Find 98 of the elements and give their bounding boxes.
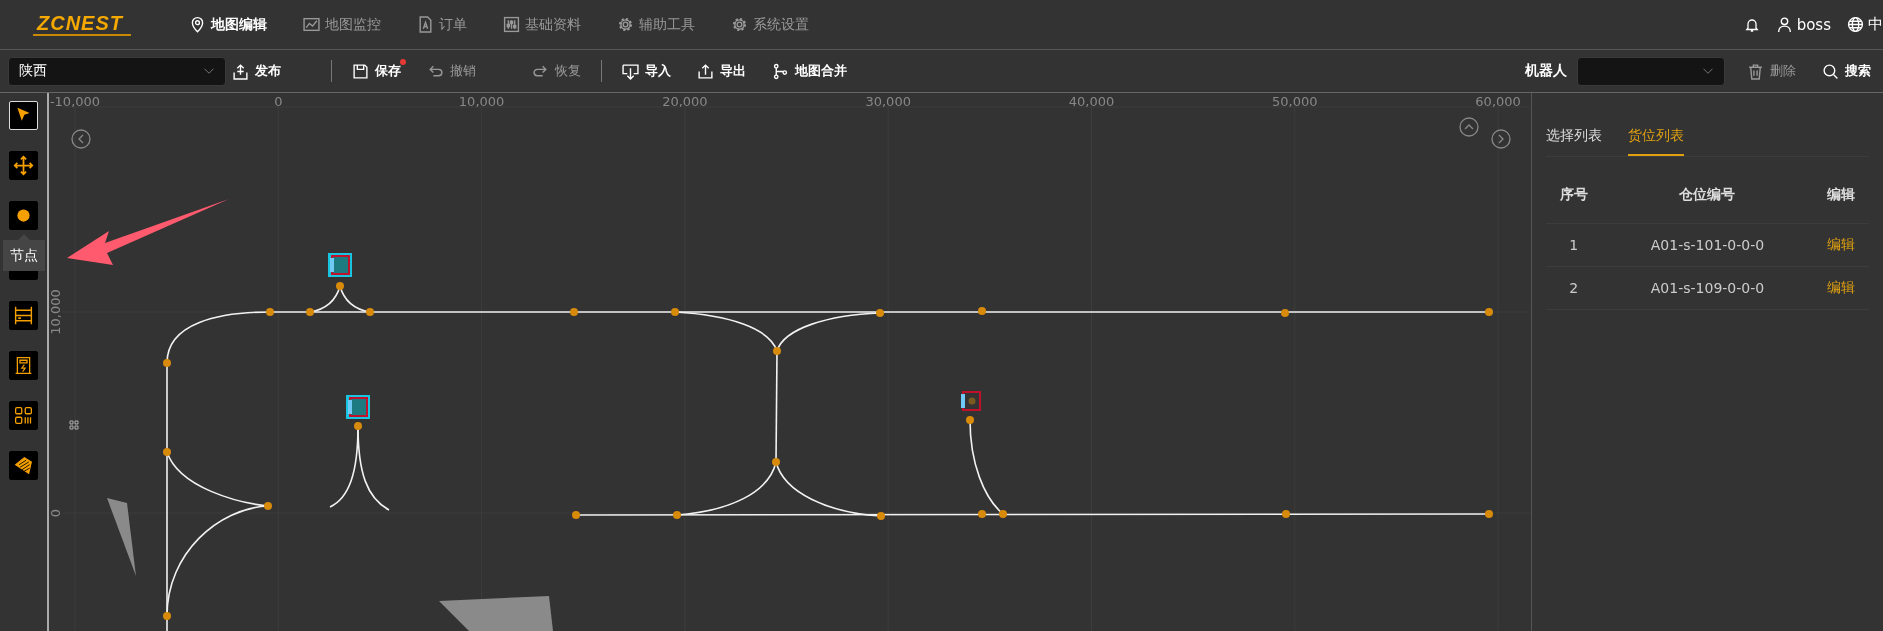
- ruler-label: 0: [49, 508, 63, 518]
- map-node: [966, 416, 974, 424]
- edit-link[interactable]: 编辑: [1827, 279, 1856, 295]
- map-node: [876, 309, 884, 317]
- storage-slot-icon: [328, 253, 352, 277]
- trash-icon: [1747, 62, 1764, 80]
- upload-tray-icon: [232, 62, 249, 80]
- tool-button[interactable]: [9, 451, 38, 480]
- map-node: [978, 307, 986, 315]
- notification-bell-icon: [1743, 16, 1760, 33]
- nav-tab[interactable]: 辅助工具: [617, 15, 695, 34]
- map-node: [773, 347, 781, 355]
- tool-button[interactable]: [9, 151, 38, 180]
- import-icon: [622, 62, 639, 80]
- map-node: [163, 448, 171, 456]
- column-header: 编辑: [1813, 167, 1869, 224]
- chevron-right-icon[interactable]: [1491, 129, 1511, 149]
- ruler-label: 40,000: [1068, 94, 1115, 109]
- storage-slot-icon: [346, 395, 370, 419]
- nav-tab[interactable]: 系统设置: [731, 15, 809, 34]
- table-cell: 1: [1569, 237, 1579, 253]
- area-icon: [13, 455, 34, 476]
- merge-map-button[interactable]: 地图合并: [766, 58, 853, 84]
- map-node: [572, 511, 580, 519]
- publish-button[interactable]: 发布: [226, 58, 287, 84]
- column-header: 序号: [1546, 167, 1602, 224]
- map-node: [1281, 309, 1289, 317]
- ruler-label: 20,000: [662, 94, 708, 109]
- map-node: [366, 308, 374, 316]
- ruler-label: -10,000: [49, 94, 101, 109]
- table-cell: 2: [1569, 280, 1579, 296]
- tool-button[interactable]: [9, 401, 38, 430]
- nav-tab[interactable]: 地图监控: [303, 15, 381, 34]
- chevron-up-icon[interactable]: [1459, 117, 1479, 137]
- map-node: [1282, 510, 1290, 518]
- tool-button[interactable]: [9, 351, 38, 380]
- search-icon: [1822, 62, 1839, 80]
- map-node: [163, 612, 171, 620]
- map-node: [772, 458, 780, 466]
- location-pin-icon: [189, 16, 206, 33]
- settings-icon: [617, 16, 634, 33]
- language-menu[interactable]: 中: [1847, 15, 1883, 34]
- move-icon: [13, 155, 34, 176]
- map-node: [999, 510, 1007, 518]
- map-node: [264, 502, 272, 510]
- panel-tab[interactable]: 选择列表: [1546, 103, 1602, 156]
- nav-tab[interactable]: 基础资料: [503, 15, 581, 34]
- shelf-icon: [13, 305, 34, 326]
- tooltip: 节点: [3, 234, 45, 271]
- edit-link[interactable]: 编辑: [1827, 236, 1856, 252]
- charging-station-icon: [13, 355, 34, 376]
- chevron-left-icon[interactable]: [71, 129, 91, 149]
- user-menu[interactable]: boss: [1775, 15, 1831, 34]
- search-button[interactable]: 搜索: [1816, 58, 1877, 84]
- map-node: [1485, 510, 1493, 518]
- ruler-label: 0: [274, 94, 283, 109]
- merge-icon: [772, 62, 789, 80]
- nav-tab[interactable]: 订单: [417, 15, 467, 34]
- map-node: [266, 308, 274, 316]
- ruler-label: 30,000: [865, 94, 911, 109]
- ruler-label: 50,000: [1272, 94, 1318, 109]
- map-node: [1485, 308, 1493, 316]
- sliders-icon: [503, 16, 520, 33]
- table-cell: A01-s-109-0-0-0: [1650, 280, 1765, 296]
- logo: ZCNEST: [33, 13, 131, 36]
- region-select[interactable]: 陕西: [8, 56, 226, 86]
- map-node: [306, 308, 314, 316]
- save-button[interactable]: 保存: [346, 58, 407, 84]
- column-header: 仓位编号: [1601, 167, 1814, 224]
- map-node: [671, 308, 679, 316]
- settings-icon: [731, 16, 748, 33]
- map-node: [877, 512, 885, 520]
- map-node: [336, 282, 344, 290]
- qr-code-icon: [69, 420, 79, 430]
- export-icon: [697, 62, 714, 80]
- export-button[interactable]: 导出: [691, 58, 752, 84]
- tool-button[interactable]: [9, 301, 38, 330]
- save-icon: [352, 62, 369, 80]
- map-node: [673, 511, 681, 519]
- map-node: [570, 308, 578, 316]
- tool-button[interactable]: [9, 201, 38, 230]
- robot-label: 机器人: [1525, 62, 1567, 80]
- qr-code-icon: [13, 405, 34, 426]
- map-node: [978, 510, 986, 518]
- globe-icon: [1847, 16, 1864, 33]
- ruler-label: 10,000: [49, 289, 63, 335]
- table-cell: A01-s-101-0-0-0: [1650, 237, 1765, 253]
- map-node: [163, 359, 171, 367]
- line-chart-icon: [303, 16, 320, 33]
- user-icon: [1775, 16, 1793, 33]
- ruler-label: 60,000: [1475, 94, 1521, 109]
- nav-tab[interactable]: 地图编辑: [189, 15, 267, 34]
- ruler-label: 10,000: [458, 94, 505, 109]
- panel-tab[interactable]: 货位列表: [1628, 103, 1684, 156]
- document-icon: [417, 16, 434, 33]
- import-button[interactable]: 导入: [616, 58, 677, 84]
- map-node: [354, 422, 362, 430]
- storage-slot-icon: [961, 391, 981, 411]
